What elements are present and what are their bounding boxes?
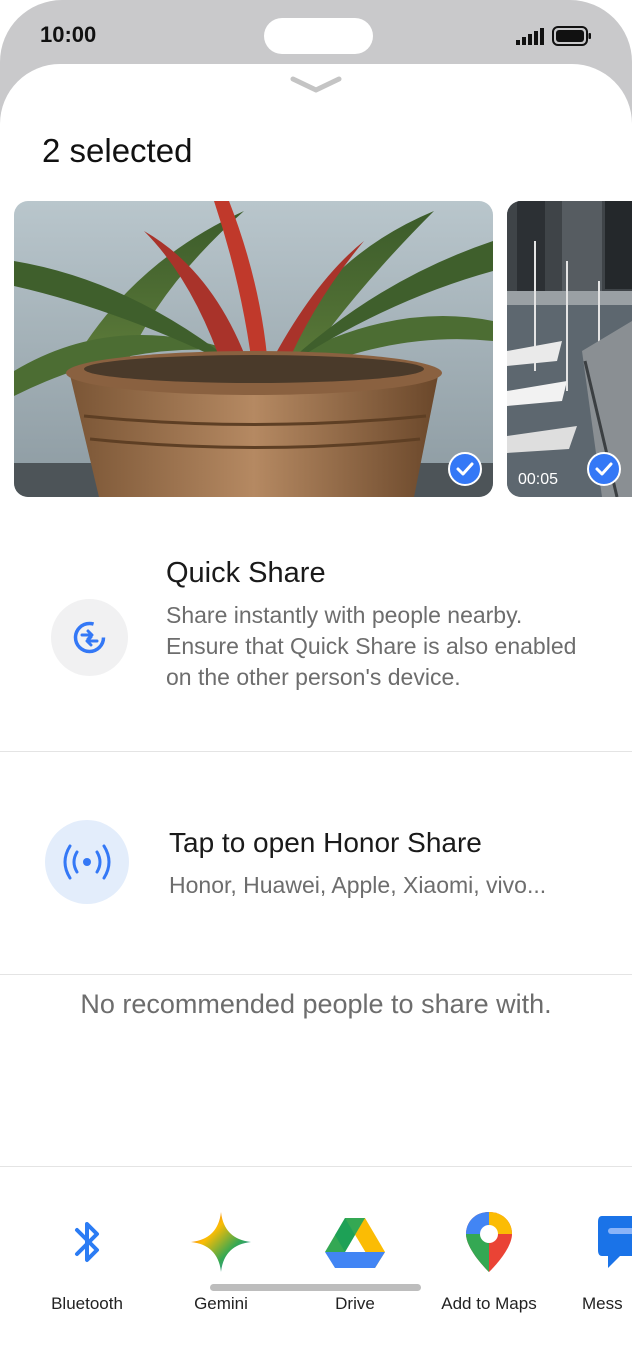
app-bluetooth[interactable]: Bluetooth <box>20 1210 154 1314</box>
app-drive[interactable]: Drive <box>288 1210 422 1314</box>
selection-count-title: 2 selected <box>42 132 193 169</box>
divider <box>0 751 632 752</box>
dynamic-island <box>264 18 373 54</box>
share-sheet: 2 selected 00:05 Quick Share Share insta… <box>0 64 632 1370</box>
no-recommendations-text: No recommended people to share with. <box>80 989 552 1019</box>
collapse-chevron-icon[interactable] <box>290 74 342 96</box>
phone-screen: 10:00 2 selected 00:05 Quick Share Share… <box>0 0 632 1370</box>
signal-icon <box>516 28 544 45</box>
quick-share-title: Quick Share <box>166 557 326 589</box>
quick-share-description: Share instantly with people nearby. Ensu… <box>166 602 577 690</box>
messages-icon <box>598 1216 632 1268</box>
quick-share-icon <box>51 599 128 676</box>
honor-share-subtitle: Honor, Huawei, Apple, Xiaomi, vivo... <box>169 872 547 898</box>
divider <box>0 1166 632 1167</box>
selected-video-thumbnail[interactable]: 00:05 <box>507 201 632 497</box>
bluetooth-icon <box>75 1222 99 1262</box>
app-add-to-maps[interactable]: Add to Maps <box>422 1210 556 1314</box>
app-messages[interactable]: Mess <box>548 1210 632 1314</box>
broadcast-icon <box>45 820 129 904</box>
app-label: Add to Maps <box>441 1294 537 1313</box>
harbor-video-frame <box>507 201 632 497</box>
selected-check-icon[interactable] <box>587 452 621 486</box>
plant-photo <box>14 201 493 497</box>
app-label: Gemini <box>194 1294 248 1313</box>
selected-check-icon[interactable] <box>448 452 482 486</box>
maps-icon <box>466 1212 512 1272</box>
app-label: Drive <box>335 1294 375 1313</box>
drive-icon <box>325 1218 385 1268</box>
battery-icon <box>552 26 591 46</box>
selected-photo-thumbnail[interactable] <box>14 201 493 497</box>
app-label: Bluetooth <box>51 1294 123 1313</box>
home-indicator[interactable] <box>210 1284 421 1291</box>
video-duration: 00:05 <box>518 471 559 488</box>
app-gemini[interactable]: Gemini <box>154 1210 288 1314</box>
app-label: Mess <box>582 1294 623 1313</box>
status-time: 10:00 <box>40 22 97 47</box>
divider <box>0 974 632 975</box>
gemini-icon <box>191 1212 251 1272</box>
honor-share-title: Tap to open Honor Share <box>169 827 482 858</box>
